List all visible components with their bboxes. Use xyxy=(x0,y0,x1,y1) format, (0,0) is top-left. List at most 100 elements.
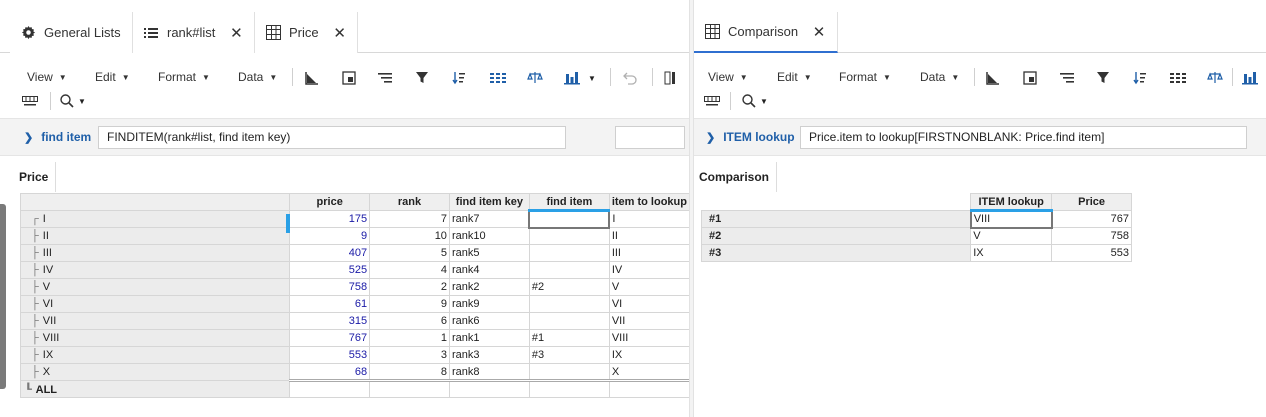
cell-find-item-key[interactable]: rank9 xyxy=(448,295,530,313)
balance-icon[interactable] xyxy=(1205,68,1225,88)
row-header[interactable]: ├ IX xyxy=(19,346,291,364)
cell-item-to-lookup[interactable] xyxy=(608,379,689,398)
cell-price[interactable] xyxy=(289,379,371,398)
data-menu[interactable]: Data ▼ xyxy=(920,66,959,90)
column-header-item-to-lookup[interactable]: item to lookup xyxy=(608,193,689,211)
edit-menu[interactable]: Edit ▼ xyxy=(95,66,130,90)
format-menu[interactable]: Format ▼ xyxy=(839,66,891,90)
row-header[interactable]: ├ VII xyxy=(19,312,291,330)
align-lines-icon[interactable] xyxy=(1057,68,1077,88)
cell-find-item-key[interactable]: rank10 xyxy=(448,227,530,245)
cell-item-to-lookup[interactable]: II xyxy=(608,227,689,245)
cell-rank[interactable]: 8 xyxy=(369,363,450,381)
view-title[interactable]: Price xyxy=(19,162,48,192)
cell-find-item-key[interactable]: rank4 xyxy=(448,261,530,279)
cell-rank[interactable]: 1 xyxy=(369,329,450,347)
sort-icon[interactable] xyxy=(1130,68,1150,88)
row-header[interactable]: ├ IV xyxy=(19,261,291,279)
cell-rank[interactable] xyxy=(369,379,450,398)
cell-find-item[interactable] xyxy=(528,312,610,330)
close-icon[interactable]: ✕ xyxy=(229,24,243,42)
cell-item-to-lookup[interactable]: X xyxy=(608,363,689,381)
cell-price[interactable]: 758 xyxy=(289,278,371,296)
bar-chart-icon[interactable] xyxy=(562,68,582,88)
cell-item-to-lookup[interactable]: VII xyxy=(608,312,689,330)
cell-rank[interactable]: 5 xyxy=(369,244,450,262)
cell-find-item-key[interactable]: rank6 xyxy=(448,312,530,330)
cell-item-to-lookup[interactable]: VIII xyxy=(608,329,689,347)
row-header[interactable]: #2 xyxy=(700,227,972,245)
cell-price[interactable]: 767 xyxy=(1051,210,1132,228)
cell-rank[interactable]: 10 xyxy=(369,227,450,245)
column-header-find-item-key[interactable]: find item key xyxy=(448,193,530,211)
bar-chart-icon[interactable] xyxy=(1240,68,1260,88)
undo-icon[interactable] xyxy=(620,68,640,88)
search-icon[interactable]: ▼ xyxy=(60,91,86,111)
filter-icon[interactable] xyxy=(1093,68,1113,88)
grid-icon[interactable] xyxy=(1168,68,1188,88)
cell-rank[interactable]: 9 xyxy=(369,295,450,313)
align-lines-icon[interactable] xyxy=(375,68,395,88)
row-header[interactable]: ┌ I xyxy=(19,210,291,228)
cell-find-item-key[interactable]: rank1 xyxy=(448,329,530,347)
row-header[interactable]: ├ VIII xyxy=(19,329,291,347)
cell-find-item[interactable] xyxy=(528,227,610,245)
cell-find-item[interactable] xyxy=(528,244,610,262)
cell-find-item[interactable] xyxy=(528,363,610,381)
tab-rank-list[interactable]: rank#list ✕ xyxy=(133,12,255,53)
cell-find-item-key[interactable]: rank2 xyxy=(448,278,530,296)
cell-price[interactable]: 767 xyxy=(289,329,371,347)
column-header-item-lookup[interactable]: ITEM lookup xyxy=(970,193,1053,212)
row-header[interactable]: ├ III xyxy=(19,244,291,262)
cell-price[interactable]: 525 xyxy=(289,261,371,279)
cell-find-item[interactable]: #3 xyxy=(528,346,610,364)
row-header[interactable]: ├ V xyxy=(19,278,291,296)
formula-label[interactable]: ❯ ITEM lookup xyxy=(706,130,795,144)
cell-item-to-lookup[interactable]: IV xyxy=(608,261,689,279)
cell-find-item[interactable] xyxy=(528,295,610,313)
cell-find-item-key[interactable]: rank5 xyxy=(448,244,530,262)
cell-find-item-key[interactable]: rank3 xyxy=(448,346,530,364)
cell-item-to-lookup[interactable]: VI xyxy=(608,295,689,313)
frame-icon[interactable] xyxy=(339,68,359,88)
cell-price[interactable]: 175 xyxy=(289,210,371,228)
cell-find-item-key[interactable]: rank8 xyxy=(448,363,530,381)
cell-price[interactable]: 61 xyxy=(289,295,371,313)
column-header-rank[interactable]: rank xyxy=(369,193,450,211)
close-icon[interactable]: ✕ xyxy=(333,24,347,42)
tab-price[interactable]: Price ✕ xyxy=(255,12,358,53)
view-menu[interactable]: View ▼ xyxy=(708,66,748,90)
column-header-price[interactable]: Price xyxy=(1051,193,1132,211)
frame-icon[interactable] xyxy=(1020,68,1040,88)
cell-price[interactable]: 553 xyxy=(1051,244,1132,262)
tab-comparison[interactable]: Comparison ✕ xyxy=(694,12,838,53)
cell-price[interactable]: 315 xyxy=(289,312,371,330)
formula-input[interactable]: Price.item to lookup[FIRSTNONBLANK: Pric… xyxy=(800,126,1247,149)
cell-item-lookup[interactable]: IX xyxy=(970,244,1053,262)
data-menu[interactable]: Data ▼ xyxy=(238,66,277,90)
format-menu[interactable]: Format ▼ xyxy=(158,66,210,90)
cell-item-lookup[interactable]: VIII xyxy=(969,209,1053,229)
cell-find-item[interactable]: #1 xyxy=(528,329,610,347)
axis-icon[interactable] xyxy=(302,68,322,88)
column-header-price[interactable]: price xyxy=(289,193,371,211)
axis-icon[interactable] xyxy=(983,68,1003,88)
secondary-input[interactable] xyxy=(615,126,685,149)
view-menu[interactable]: View ▼ xyxy=(27,66,67,90)
row-header[interactable]: #3 xyxy=(700,244,972,262)
row-header[interactable]: ├ X xyxy=(19,363,291,381)
search-icon[interactable]: ▼ xyxy=(742,91,768,111)
cell-price[interactable]: 68 xyxy=(289,363,371,381)
chevron-down-icon[interactable]: ▼ xyxy=(78,97,86,106)
cell-rank[interactable]: 3 xyxy=(369,346,450,364)
tab-general-lists[interactable]: General Lists xyxy=(10,12,133,53)
balance-icon[interactable] xyxy=(525,68,545,88)
cell-rank[interactable]: 4 xyxy=(369,261,450,279)
cell-price[interactable]: 758 xyxy=(1051,227,1132,245)
edit-menu[interactable]: Edit ▼ xyxy=(777,66,812,90)
row-header[interactable]: #1 xyxy=(700,210,972,228)
column-icon[interactable] xyxy=(660,68,680,88)
cell-rank[interactable]: 6 xyxy=(369,312,450,330)
layout-icon[interactable] xyxy=(22,91,38,111)
formula-label[interactable]: ❯ find item xyxy=(24,130,91,144)
